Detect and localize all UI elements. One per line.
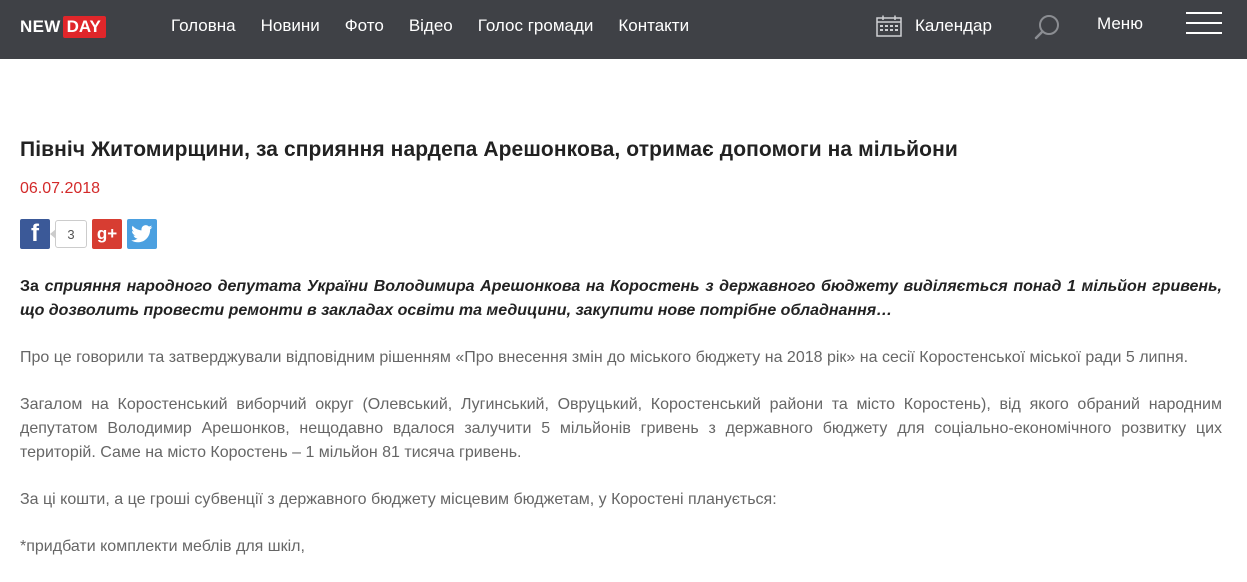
main-nav: Головна Новини Фото Відео Голос громади …: [171, 14, 714, 38]
lead-text: сприяння народного депутата України Воло…: [20, 278, 1222, 319]
nav-photo[interactable]: Фото: [345, 14, 384, 38]
article-paragraph: Загалом на Коростенський виборчий округ …: [20, 396, 1222, 461]
search-button[interactable]: [1033, 12, 1063, 47]
calendar-label: Календар: [915, 16, 992, 35]
search-icon: [1034, 15, 1059, 40]
menu-label[interactable]: Меню: [1097, 14, 1143, 34]
article-date: 06.07.2018: [20, 180, 101, 197]
article-paragraph: *придбати комплекти меблів для шкіл,: [20, 538, 305, 555]
hamburger-menu-icon[interactable]: [1186, 12, 1222, 34]
article-body: За сприяння народного депутата України В…: [20, 275, 1222, 582]
logo-new-text: NEW: [20, 16, 61, 36]
nav-contacts[interactable]: Контакти: [618, 14, 689, 38]
top-navigation-bar: NEW DAY Головна Новини Фото Відео Голос …: [0, 0, 1247, 59]
twitter-share-icon[interactable]: [127, 219, 157, 249]
share-count-badge: 3: [50, 220, 87, 248]
article-paragraph: Про це говорили та затверджували відпові…: [20, 349, 1189, 366]
nav-news[interactable]: Новини: [261, 14, 320, 38]
facebook-share-icon[interactable]: f: [20, 219, 50, 249]
logo-day-text: DAY: [62, 15, 106, 38]
calendar-link[interactable]: Календар: [876, 14, 992, 38]
nav-home[interactable]: Головна: [171, 14, 236, 38]
article-paragraph: За ці кошти, а це гроші субвенції з держ…: [20, 491, 777, 508]
share-buttons: f 3 g+: [20, 219, 157, 249]
calendar-icon: [876, 15, 902, 37]
article-title: Північ Житомирщини, за сприяння нардепа …: [20, 138, 958, 161]
lead-first-word: За: [20, 278, 39, 295]
article-lead: За сприяння народного депутата України В…: [20, 275, 1222, 323]
site-logo[interactable]: NEW DAY: [20, 14, 106, 39]
google-plus-share-icon[interactable]: g+: [92, 219, 122, 249]
nav-community-voice[interactable]: Голос громади: [478, 14, 594, 38]
twitter-bird-icon: [131, 225, 153, 243]
nav-video[interactable]: Відео: [409, 14, 453, 38]
